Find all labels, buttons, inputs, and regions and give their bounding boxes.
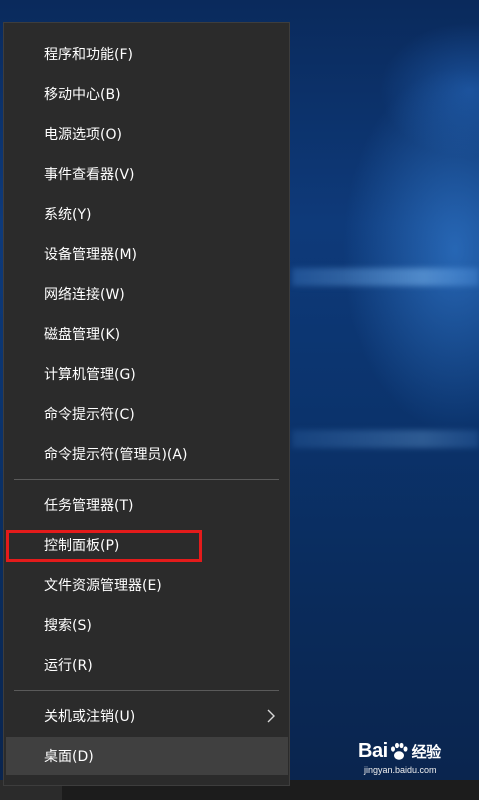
watermark-url: jingyan.baidu.com [364,765,437,775]
menu-item-label: 命令提示符(管理员)(A) [44,447,188,463]
menu-item-file-explorer[interactable]: 文件资源管理器(E) [4,566,289,604]
menu-item-label: 程序和功能(F) [44,47,133,63]
menu-item-label: 桌面(D) [44,749,94,765]
baidu-jingyan-watermark: Bai 经验 jingyan.baidu.com [358,740,470,796]
menu-item-label: 事件查看器(V) [44,167,135,183]
menu-item-network-connections[interactable]: 网络连接(W) [4,275,289,313]
menu-item-computer-management[interactable]: 计算机管理(G) [4,355,289,393]
annotation-highlight-box [6,530,202,562]
menu-separator [14,690,279,691]
menu-item-label: 文件资源管理器(E) [44,578,162,594]
menu-item-disk-management[interactable]: 磁盘管理(K) [4,315,289,353]
menu-item-command-prompt[interactable]: 命令提示符(C) [4,395,289,433]
menu-item-label: 电源选项(O) [44,127,122,143]
menu-item-label: 磁盘管理(K) [44,327,121,343]
quick-link-menu: 程序和功能(F) 移动中心(B) 电源选项(O) 事件查看器(V) 系统(Y) … [3,22,290,786]
menu-item-label: 设备管理器(M) [44,247,138,263]
chevron-right-icon [267,709,275,723]
watermark-brand: Bai [358,740,388,762]
menu-item-programs-and-features[interactable]: 程序和功能(F) [4,35,289,73]
menu-item-label: 移动中心(B) [44,87,121,103]
menu-item-label: 计算机管理(G) [44,367,136,383]
menu-item-desktop[interactable]: 桌面(D) [6,737,288,775]
menu-item-power-options[interactable]: 电源选项(O) [4,115,289,153]
menu-item-label: 命令提示符(C) [44,407,135,423]
menu-separator [14,479,279,480]
menu-item-label: 系统(Y) [44,207,92,223]
menu-item-label: 关机或注销(U) [44,709,136,725]
watermark-brand-suffix: 经验 [411,744,442,761]
menu-item-label: 搜索(S) [44,618,92,634]
menu-item-mobility-center[interactable]: 移动中心(B) [4,75,289,113]
menu-item-task-manager[interactable]: 任务管理器(T) [4,486,289,524]
menu-item-device-manager[interactable]: 设备管理器(M) [4,235,289,273]
menu-item-shutdown-or-sign-out[interactable]: 关机或注销(U) [4,697,289,735]
paw-icon [390,742,408,760]
wallpaper-light-streak [292,268,479,286]
menu-item-search[interactable]: 搜索(S) [4,606,289,644]
wallpaper-light-streak [292,430,479,448]
menu-item-command-prompt-admin[interactable]: 命令提示符(管理员)(A) [4,435,289,473]
menu-item-label: 任务管理器(T) [44,498,134,514]
menu-item-label: 运行(R) [44,658,93,674]
menu-item-event-viewer[interactable]: 事件查看器(V) [4,155,289,193]
menu-item-run[interactable]: 运行(R) [4,646,289,684]
menu-item-label: 网络连接(W) [44,287,125,303]
menu-item-system[interactable]: 系统(Y) [4,195,289,233]
